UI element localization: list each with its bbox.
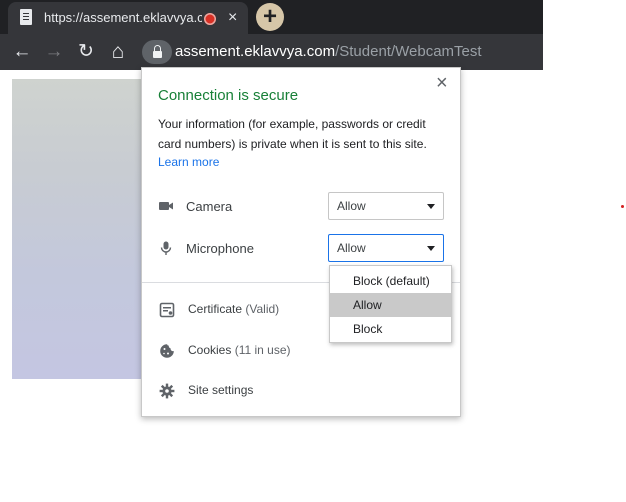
lock-icon-body (153, 51, 162, 58)
new-tab-button[interactable]: + (256, 3, 284, 31)
site-settings-row[interactable]: Site settings (142, 376, 460, 406)
microphone-options-list: Block (default) Allow Block (329, 265, 452, 343)
url-path: /Student/WebcamTest (335, 43, 482, 60)
certificate-text: Certificate (188, 302, 243, 316)
option-block-default[interactable]: Block (default) (330, 269, 451, 293)
page-icon (20, 9, 32, 25)
connection-heading: Connection is secure (158, 87, 299, 104)
tab-title: https://assement.eklavvya.com/Student/We… (44, 10, 202, 25)
back-button[interactable]: ← (10, 40, 34, 64)
permission-label: Microphone (186, 241, 254, 256)
tab-strip: https://assement.eklavvya.com/Student/We… (0, 0, 543, 34)
option-block[interactable]: Block (330, 317, 451, 341)
option-label: Block (353, 322, 383, 336)
address-bar[interactable]: assement.eklavvya.com/Student/WebcamTest (175, 43, 482, 60)
permission-label: Camera (186, 199, 233, 214)
home-button[interactable]: ⌂ (106, 40, 130, 64)
forward-button[interactable]: → (42, 40, 66, 64)
recording-icon (204, 13, 216, 25)
webcam-preview (12, 79, 142, 379)
tab-close-button[interactable]: × (228, 8, 237, 28)
camera-permission-select[interactable]: Allow (328, 192, 444, 220)
certificate-status: (Valid) (242, 302, 280, 316)
cookies-text: Cookies (188, 343, 232, 357)
option-label: Block (default) (353, 274, 430, 288)
reload-button[interactable]: ↻ (74, 40, 98, 64)
site-info-popup: Connection is secure × Your information … (141, 67, 461, 417)
red-dot (621, 205, 624, 208)
permission-microphone: Microphone Allow (142, 234, 462, 264)
certificate-icon (159, 302, 175, 318)
cookies-count: (11 in use) (231, 343, 291, 357)
camera-icon (159, 202, 173, 210)
chevron-down-icon (427, 204, 435, 209)
cookies-label: Cookies (11 in use) (188, 343, 291, 357)
chevron-down-icon (427, 246, 435, 251)
close-icon[interactable]: × (436, 73, 448, 93)
learn-more-link[interactable]: Learn more (158, 155, 219, 169)
browser-tab[interactable]: https://assement.eklavvya.com/Student/We… (8, 2, 248, 34)
microphone-permission-select[interactable]: Allow (328, 234, 444, 262)
cookie-icon (160, 344, 174, 358)
security-description: Your information (for example, passwords… (158, 117, 427, 151)
option-label: Allow (353, 298, 382, 312)
permission-camera: Camera Allow (142, 192, 462, 222)
site-settings-label: Site settings (188, 383, 254, 397)
url-host: assement.eklavvya.com (175, 43, 336, 60)
certificate-label: Certificate (Valid) (188, 302, 279, 316)
site-info-button[interactable] (142, 40, 172, 64)
select-value: Allow (337, 241, 366, 255)
option-allow[interactable]: Allow (330, 293, 451, 317)
gear-icon (159, 383, 175, 399)
select-value: Allow (337, 199, 366, 213)
microphone-icon (160, 241, 172, 255)
